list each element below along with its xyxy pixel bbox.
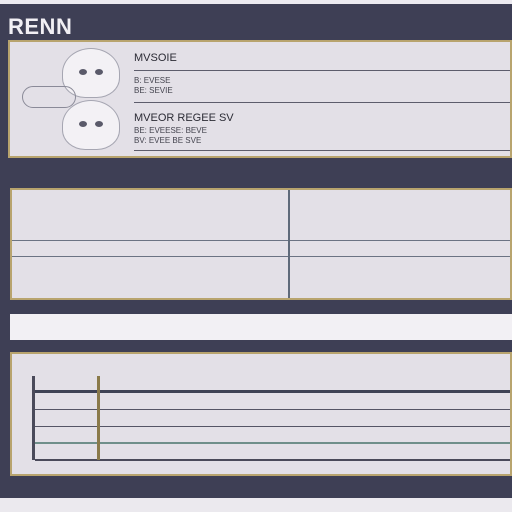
profile-detail: BV: EVEE BE SVE (134, 136, 202, 145)
split-panel (10, 188, 512, 300)
empty-bar (10, 314, 512, 340)
profile-name: MVEOR REGEE SV (134, 112, 234, 124)
divider (290, 240, 510, 241)
right-pane[interactable] (290, 190, 510, 298)
table-header (12, 354, 510, 376)
table-row[interactable] (35, 444, 510, 461)
divider (12, 256, 288, 257)
data-grid (32, 376, 510, 461)
divider (134, 102, 510, 103)
profile-name: MVSOIE (134, 52, 177, 64)
divider (134, 70, 510, 71)
table-panel (10, 352, 512, 476)
left-pane[interactable] (12, 190, 290, 298)
table-row[interactable] (35, 427, 510, 444)
table-row[interactable] (35, 393, 510, 410)
profile-row[interactable]: MVEOR REGEE SV BE: EVEESE: BEVE BV: EVEE… (10, 100, 510, 156)
top-strip (0, 0, 512, 4)
table-row[interactable] (35, 376, 510, 393)
column-separator (97, 376, 100, 460)
profile-detail: B: EVESE (134, 76, 171, 85)
app-logo: RENN (8, 14, 73, 39)
divider (12, 240, 288, 241)
avatar (62, 100, 120, 150)
table-row[interactable] (35, 410, 510, 427)
divider (290, 256, 510, 257)
profile-panel: MVSOIE B: EVESE BE: SEVIE MVEOR REGEE SV… (8, 40, 512, 158)
profile-detail: BE: SEVIE (134, 86, 173, 95)
profile-detail: BE: EVEESE: BEVE (134, 126, 207, 135)
profile-row[interactable]: MVSOIE B: EVESE BE: SEVIE (10, 42, 510, 108)
divider (134, 150, 510, 151)
bottom-strip (0, 498, 512, 512)
